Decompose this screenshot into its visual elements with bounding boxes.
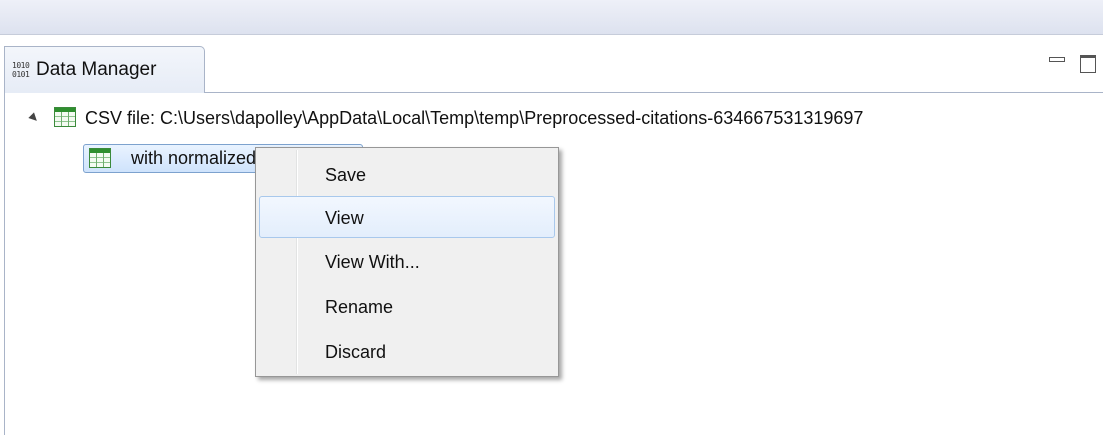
menu-item-save[interactable]: Save <box>259 153 555 195</box>
menu-item-label: View With... <box>325 252 420 272</box>
tree-item-label: CSV file: C:\Users\dapolley\AppData\Loca… <box>85 108 864 128</box>
table-icon <box>89 148 111 168</box>
table-icon <box>54 107 76 127</box>
view-title: Data Manager <box>36 59 157 80</box>
view-border <box>4 92 5 435</box>
context-menu: Save View View With... Rename Discard <box>255 147 559 377</box>
menu-item-rename[interactable]: Rename <box>259 285 555 327</box>
data-manager-tab[interactable]: 1010 0101 Data Manager <box>4 46 205 93</box>
minimize-icon[interactable] <box>1049 57 1065 62</box>
menu-item-label: Rename <box>325 297 394 317</box>
view-window-controls <box>1043 55 1103 79</box>
menu-item-discard[interactable]: Discard <box>259 330 555 372</box>
app-window: 1010 0101 Data Manager CSV file: C:\Users… <box>0 0 1103 435</box>
toolbar-strip <box>0 0 1103 35</box>
menu-item-view[interactable]: View <box>259 196 555 238</box>
tree-item-label: with normalized <box>131 148 257 168</box>
menu-item-label: Discard <box>325 342 387 362</box>
expand-arrow-icon[interactable] <box>28 112 40 124</box>
menu-item-view-with[interactable]: View With... <box>259 240 555 282</box>
maximize-icon[interactable] <box>1080 55 1096 73</box>
binary-data-icon: 1010 0101 <box>12 61 30 79</box>
menu-item-label: View <box>325 208 364 228</box>
menu-item-label: Save <box>325 165 367 185</box>
